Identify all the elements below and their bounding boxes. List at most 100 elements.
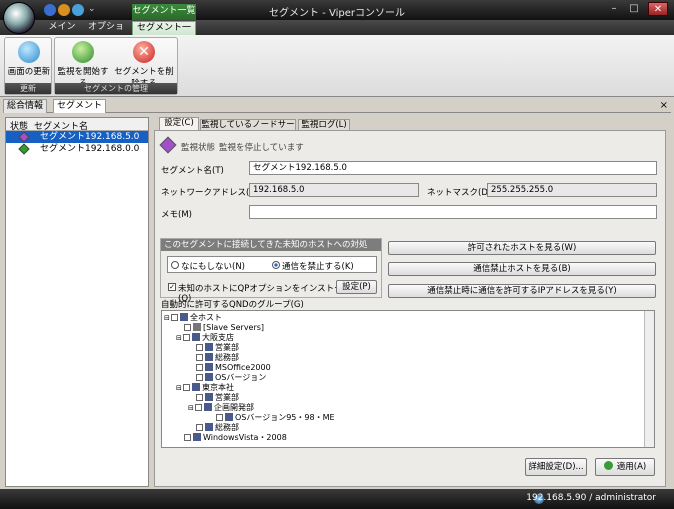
tree-checkbox[interactable]: [196, 394, 203, 401]
refresh-button[interactable]: 画面の更新: [7, 41, 51, 77]
start-monitor-button[interactable]: 監視を開始する: [57, 41, 109, 89]
settings-button[interactable]: 設定(P): [336, 280, 377, 294]
memo-input[interactable]: [249, 205, 657, 219]
ribbon-group-label: セグメントの管理: [55, 83, 177, 94]
apply-button[interactable]: 適用(A): [595, 458, 655, 476]
segment-name-input[interactable]: セグメント192.168.5.0: [249, 161, 657, 175]
status-bar: 192.168.5.90 / administrator: [0, 489, 674, 509]
tab-options[interactable]: オプション: [84, 21, 128, 45]
close-window-icon[interactable]: ✕: [648, 2, 668, 16]
radio-block-label: 通信を禁止する(K): [282, 262, 354, 272]
segment-detail: 設定(C) 監視しているノードサーバ(X) 監視ログ(L) 監視状態 監視を停止…: [154, 117, 666, 487]
network-address-label: ネットワークアドレス(N): [161, 188, 259, 198]
tree-node[interactable]: 総務部: [196, 423, 239, 433]
group-icon: [193, 433, 201, 441]
tree-checkbox[interactable]: [196, 374, 203, 381]
tree-checkbox[interactable]: [184, 434, 191, 441]
group-icon: [192, 333, 200, 341]
tree-checkbox[interactable]: [171, 314, 178, 321]
maximize-icon[interactable]: □: [626, 2, 642, 16]
ribbon: 画面の更新 更新 監視を開始する ✕ セグメントを削除する セグメントの管理: [0, 35, 674, 97]
title-bar: ⌄ セグメント一覧 セグメント - Viperコンソール – □ ✕: [0, 0, 674, 34]
list-item[interactable]: セグメント192.168.5.0: [6, 131, 148, 143]
tree-scrollbar[interactable]: [644, 311, 654, 447]
tree-checkbox[interactable]: [196, 364, 203, 371]
tree-node-label: OSバージョン: [215, 373, 267, 382]
collapse-icon[interactable]: ⊟: [164, 313, 171, 323]
delete-segment-button[interactable]: ✕ セグメントを削除する: [111, 41, 177, 89]
ribbon-group-refresh: 画面の更新 更新: [4, 37, 52, 95]
tree-node-label: 営業部: [215, 393, 239, 402]
collapse-icon[interactable]: ⊟: [188, 403, 195, 413]
group-icon: [204, 403, 212, 411]
tab-settings[interactable]: 設定(C): [159, 117, 199, 131]
tree-node[interactable]: ⊟ 大阪支店: [176, 333, 234, 343]
tree-checkbox[interactable]: [183, 384, 190, 391]
install-checkbox[interactable]: ✓: [168, 283, 176, 291]
tree-checkbox[interactable]: [184, 324, 191, 331]
collapse-icon[interactable]: ⊟: [176, 333, 183, 343]
group-icon: [205, 393, 213, 401]
tab-segment-list[interactable]: セグメント一覧: [132, 21, 196, 46]
tree-checkbox[interactable]: [216, 414, 223, 421]
tree-node[interactable]: 営業部: [196, 343, 239, 353]
tree-checkbox[interactable]: [196, 424, 203, 431]
netmask-field: 255.255.255.0: [487, 183, 657, 197]
doc-tab-overview[interactable]: 総合情報: [3, 99, 48, 113]
tree-checkbox[interactable]: [196, 354, 203, 361]
group-icon: [205, 363, 213, 371]
group-title: このセグメントに接続してきた未知のホストへの対処: [161, 239, 381, 251]
memo-label: メモ(M): [161, 210, 192, 220]
tree-node-label: 全ホスト: [190, 313, 222, 322]
group-icon: [205, 423, 213, 431]
tab-main[interactable]: メイン: [44, 21, 80, 35]
start-monitor-icon: [72, 41, 94, 63]
tree-node-label: [Slave Servers]: [203, 323, 265, 332]
doc-tab-segment[interactable]: セグメント: [53, 99, 107, 113]
view-allowed-hosts-button[interactable]: 許可されたホストを見る(W): [388, 241, 656, 255]
ribbon-group-label: 更新: [5, 83, 51, 94]
tree-node[interactable]: [Slave Servers]: [184, 323, 264, 333]
collapse-icon[interactable]: ⊟: [176, 383, 183, 393]
radio-block[interactable]: [272, 261, 280, 269]
groups-label: 自動的に許可するQNDのグループ(G): [161, 300, 304, 310]
group-icon: [180, 313, 188, 321]
tree-node[interactable]: OSバージョン: [196, 373, 266, 383]
tree-node[interactable]: 営業部: [196, 393, 239, 403]
netmask-label: ネットマスク(D): [427, 188, 492, 198]
radio-nothing[interactable]: [171, 261, 179, 269]
network-address-field: 192.168.5.0: [249, 183, 419, 197]
segment-name: セグメント192.168.0.0: [40, 144, 140, 154]
close-tab-icon[interactable]: ×: [660, 100, 668, 111]
radio-nothing-label: なにもしない(N): [181, 262, 245, 272]
tree-node[interactable]: OSバージョン95・98・ME: [216, 413, 335, 423]
status-icon: [159, 136, 177, 154]
tree-node-label: WindowsVista・2008: [203, 433, 287, 442]
tree-node-label: OSバージョン95・98・ME: [235, 413, 335, 422]
minimize-icon[interactable]: –: [606, 2, 622, 16]
app-menu-button[interactable]: [3, 2, 35, 34]
list-item[interactable]: セグメント192.168.0.0: [6, 143, 148, 155]
tree-node[interactable]: ⊟ 全ホスト: [164, 313, 222, 323]
view-allowed-ip-button[interactable]: 通信禁止時に通信を許可するIPアドレスを見る(Y): [388, 284, 656, 298]
tree-node[interactable]: MSOffice2000: [196, 363, 271, 373]
status-value: 監視を停止しています: [219, 143, 304, 153]
advanced-settings-button[interactable]: 詳細設定(D)...: [525, 458, 587, 476]
action-radio-group: なにもしない(N) 通信を禁止する(K): [167, 256, 377, 273]
tree-checkbox[interactable]: [195, 404, 202, 411]
tree-checkbox[interactable]: [183, 334, 190, 341]
group-icon: [205, 353, 213, 361]
unknown-host-group: このセグメントに接続してきた未知のホストへの対処 なにもしない(N) 通信を禁止…: [160, 238, 382, 304]
status-icon: [18, 131, 30, 143]
tree-node-label: MSOffice2000: [215, 363, 271, 372]
tree-node[interactable]: WindowsVista・2008: [184, 433, 287, 443]
tree-node[interactable]: 総務部: [196, 353, 239, 363]
segment-name-label: セグメント名(T): [161, 166, 224, 176]
tree-node[interactable]: ⊟ 東京本社: [176, 383, 234, 393]
tree-checkbox[interactable]: [196, 344, 203, 351]
group-icon: [205, 343, 213, 351]
group-icon: [192, 383, 200, 391]
tree-node[interactable]: ⊟ 企画開発部: [188, 403, 254, 413]
view-blocked-hosts-button[interactable]: 通信禁止ホストを見る(B): [388, 262, 656, 276]
status-label: 監視状態: [181, 143, 216, 153]
